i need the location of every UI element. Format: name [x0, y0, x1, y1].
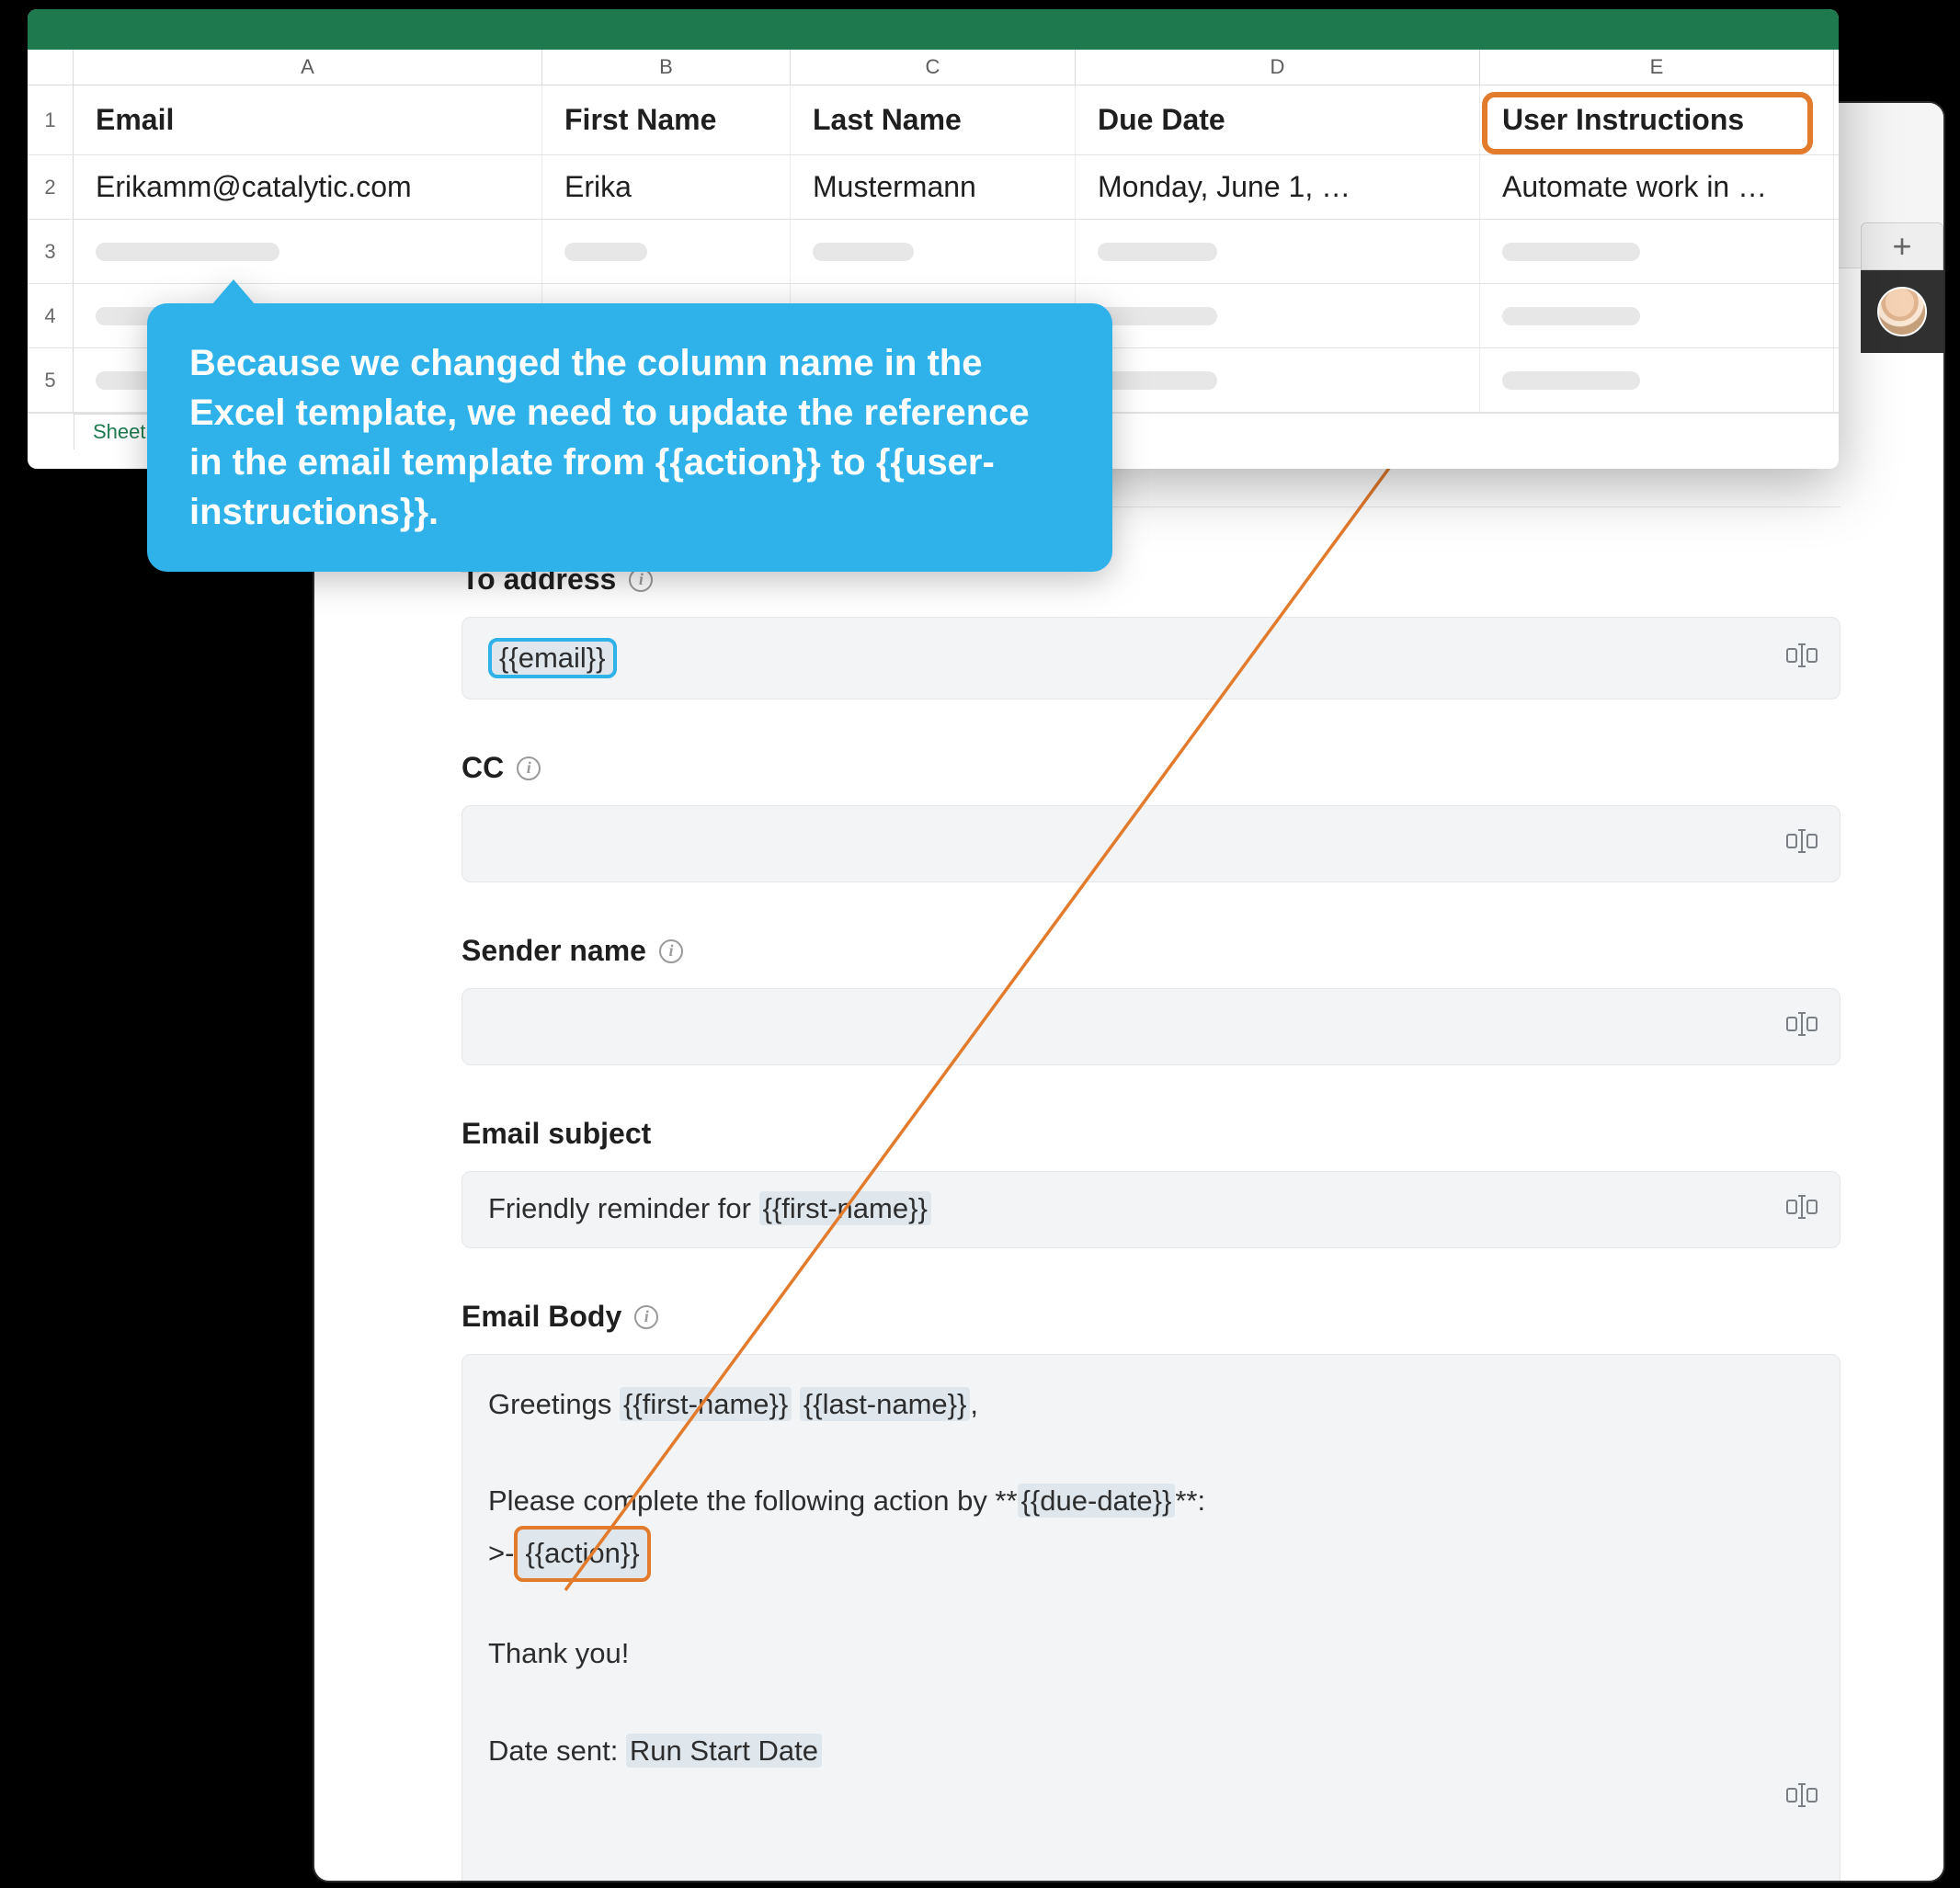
avatar-strip [1861, 270, 1943, 353]
cell-email[interactable]: Erikamm@catalytic.com [74, 155, 542, 219]
info-icon[interactable]: i [517, 756, 541, 780]
info-icon[interactable]: i [659, 939, 683, 963]
cell-user-instructions[interactable]: Automate work in … [1480, 155, 1834, 219]
row-number[interactable]: 2 [28, 155, 74, 219]
cell-header-due-date[interactable]: Due Date [1076, 85, 1480, 154]
row-number[interactable]: 5 [28, 348, 74, 412]
add-tab-button[interactable]: + [1861, 222, 1943, 270]
input-sender-name[interactable] [462, 988, 1840, 1065]
cell-header-last-name[interactable]: Last Name [791, 85, 1076, 154]
insert-field-icon[interactable] [1786, 642, 1818, 675]
col-header[interactable]: C [791, 50, 1076, 85]
insert-field-icon[interactable] [1786, 827, 1818, 860]
token-due-date: {{due-date}} [1018, 1484, 1176, 1518]
field-label-body: Email Body i [462, 1300, 1840, 1334]
sheet-corner[interactable] [28, 50, 74, 85]
sheet-empty-row: 3 [28, 220, 1839, 284]
col-header[interactable]: A [74, 50, 542, 85]
sheet-data-row: 2 Erikamm@catalytic.com Erika Mustermann… [28, 155, 1839, 220]
token-first-name: {{first-name}} [759, 1191, 931, 1225]
field-label-subject: Email subject [462, 1117, 1840, 1151]
sheet-header-row: 1 Email First Name Last Name Due Date Us… [28, 85, 1839, 155]
annotation-callout: Because we changed the column name in th… [147, 303, 1112, 572]
input-to-address[interactable]: {{email}} [462, 617, 1840, 699]
cell-last-name[interactable]: Mustermann [791, 155, 1076, 219]
callout-text: Because we changed the column name in th… [189, 343, 1030, 532]
field-label-cc: CC i [462, 751, 1840, 785]
user-avatar[interactable] [1877, 287, 1927, 336]
col-header[interactable]: B [542, 50, 791, 85]
row-number[interactable]: 1 [28, 85, 74, 154]
input-email-body[interactable]: Greetings {{first-name}} {{last-name}}, … [462, 1354, 1840, 1881]
cell-header-email[interactable]: Email [74, 85, 542, 154]
token-first-name: {{first-name}} [620, 1387, 792, 1421]
token-action-highlight: {{action}} [514, 1526, 650, 1582]
row-number[interactable]: 3 [28, 220, 74, 283]
spreadsheet-titlebar [28, 9, 1839, 50]
row-number[interactable]: 4 [28, 284, 74, 347]
insert-field-icon[interactable] [1786, 1010, 1818, 1043]
token-email: {{email}} [488, 638, 617, 678]
input-email-subject[interactable]: Friendly reminder for {{first-name}} [462, 1171, 1840, 1248]
insert-field-icon[interactable] [1786, 1193, 1818, 1226]
token-run-start-date: Run Start Date [626, 1734, 822, 1768]
cell-first-name[interactable]: Erika [542, 155, 791, 219]
insert-field-icon[interactable] [1692, 1725, 1818, 1871]
col-header[interactable]: D [1076, 50, 1480, 85]
cell-header-user-instructions[interactable]: User Instructions [1480, 85, 1834, 154]
cell-due-date[interactable]: Monday, June 1, … [1076, 155, 1480, 219]
info-icon[interactable]: i [634, 1305, 658, 1329]
input-cc[interactable] [462, 805, 1840, 882]
col-header[interactable]: E [1480, 50, 1834, 85]
field-label-sender: Sender name i [462, 934, 1840, 968]
cell-header-first-name[interactable]: First Name [542, 85, 791, 154]
token-last-name: {{last-name}} [800, 1387, 971, 1421]
